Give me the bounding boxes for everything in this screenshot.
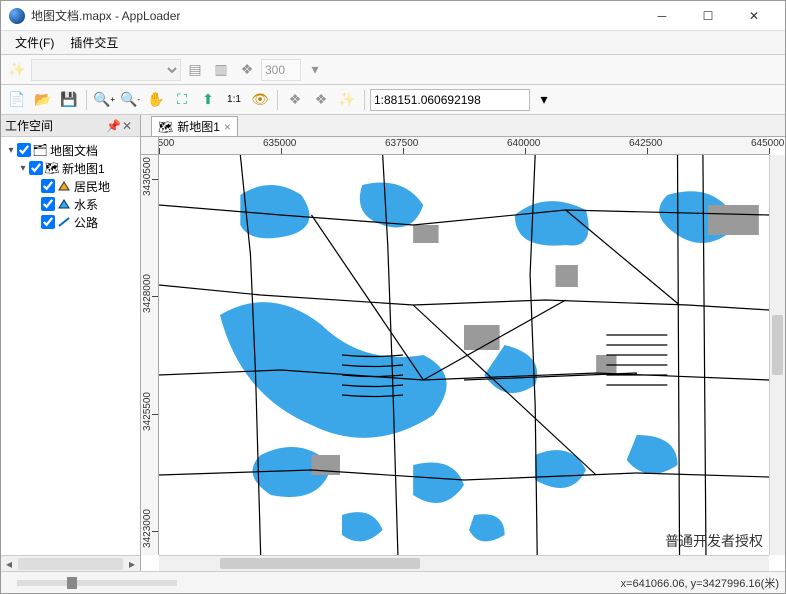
root-checkbox[interactable] xyxy=(17,143,31,157)
stack-icon[interactable]: ❖ xyxy=(235,58,259,82)
collapse-icon[interactable]: ▾ xyxy=(17,163,29,174)
layer1-icon[interactable]: ▤ xyxy=(183,58,207,82)
effect-select[interactable] xyxy=(31,59,181,81)
pan-icon[interactable]: ✋ xyxy=(144,88,168,112)
workspace-panel: 工作空间 📌 ✕ ▾ 🗂 地图文档 ▾ 🗺 新地图1 xyxy=(1,115,141,571)
tree-layer[interactable]: 公路 xyxy=(3,213,138,231)
layer-label: 居民地 xyxy=(74,178,110,195)
toolbar-effects: ✨ ▤ ▥ ❖ ▾ xyxy=(1,55,785,85)
map-tab-label: 新地图1 xyxy=(177,118,220,135)
close-button[interactable]: ✕ xyxy=(731,1,777,31)
tree-layer[interactable]: 居民地 xyxy=(3,177,138,195)
layer-checkbox[interactable] xyxy=(41,215,55,229)
ratio-button[interactable]: 1:1 xyxy=(222,88,246,112)
main-area: 工作空间 📌 ✕ ▾ 🗂 地图文档 ▾ 🗺 新地图1 xyxy=(1,115,785,571)
layer2-icon[interactable]: ▥ xyxy=(209,58,233,82)
new-icon[interactable]: 📄 xyxy=(5,88,29,112)
ruler-tick-label: 3423000 xyxy=(142,509,153,548)
tree-map[interactable]: ▾ 🗺 新地图1 xyxy=(3,159,138,177)
ruler-tick-label: 3428000 xyxy=(142,274,153,313)
pin-icon[interactable]: 📌 xyxy=(106,119,120,133)
eye-icon[interactable]: 👁 xyxy=(248,88,272,112)
ruler-tick-label: 640000 xyxy=(507,138,540,149)
map-tab[interactable]: 🗺 新地图1 × xyxy=(151,116,238,136)
layer-checkbox[interactable] xyxy=(41,197,55,211)
ruler-tick-label: 3425500 xyxy=(142,392,153,431)
app-icon xyxy=(9,8,25,24)
root-label: 地图文档 xyxy=(50,142,98,159)
map-vscroll[interactable] xyxy=(769,155,785,555)
home-icon[interactable]: ⬆ xyxy=(196,88,220,112)
zoom-out-icon[interactable]: 🔍- xyxy=(118,88,142,112)
ruler-top: 632500635000637500640000642500645000 xyxy=(159,137,769,155)
layer-label: 公路 xyxy=(74,214,98,231)
tree-root[interactable]: ▾ 🗂 地图文档 xyxy=(3,141,138,159)
map-checkbox[interactable] xyxy=(29,161,43,175)
ruler-tick-label: 645000 xyxy=(751,138,784,149)
polygon-layer-icon xyxy=(56,179,72,193)
watermark: 普通开发者授权 xyxy=(665,531,763,551)
map-tab-icon: 🗺 xyxy=(158,120,173,134)
status-coords: x=641066.06, y=3427996.16(米) xyxy=(621,575,779,591)
zoom-in-icon[interactable]: 🔍+ xyxy=(92,88,116,112)
map-area: 🗺 新地图1 × 6325006350006375006400006425006… xyxy=(141,115,785,571)
scale-input[interactable] xyxy=(370,89,530,111)
full-extent-icon[interactable]: ⛶ xyxy=(170,88,194,112)
tree-layer[interactable]: 水系 xyxy=(3,195,138,213)
magic-wand-icon[interactable]: ✨ xyxy=(5,58,29,82)
polygon-layer-icon xyxy=(56,197,72,211)
collapse-icon[interactable]: ▾ xyxy=(5,145,17,156)
scale-dropdown-icon[interactable]: ▾ xyxy=(532,88,556,112)
open-icon[interactable]: 📂 xyxy=(31,88,55,112)
maximize-button[interactable]: ☐ xyxy=(685,1,731,31)
ruler-tick-label: 642500 xyxy=(629,138,662,149)
save-icon[interactable]: 💾 xyxy=(57,88,81,112)
document-icon: 🗂 xyxy=(32,143,48,157)
line-layer-icon xyxy=(56,215,72,229)
ruler-tick-label: 3430500 xyxy=(142,157,153,196)
workspace-hscroll[interactable]: ◂▸ xyxy=(1,555,140,571)
ruler-tick-label: 637500 xyxy=(385,138,418,149)
workspace-title: 工作空间 xyxy=(5,117,104,134)
ruler-corner xyxy=(141,137,159,155)
menu-plugin[interactable]: 插件交互 xyxy=(62,32,126,53)
tab-close-icon[interactable]: × xyxy=(224,120,231,134)
status-slider[interactable] xyxy=(17,580,177,586)
panel-close-icon[interactable]: ✕ xyxy=(122,119,136,133)
transparency-input[interactable] xyxy=(261,59,301,81)
ruler-tick-label: 635000 xyxy=(263,138,296,149)
titlebar: 地图文档.mapx - AppLoader ─ ☐ ✕ xyxy=(1,1,785,31)
window-title: 地图文档.mapx - AppLoader xyxy=(31,7,639,24)
layer-checkbox[interactable] xyxy=(41,179,55,193)
menu-file[interactable]: 文件(F) xyxy=(7,32,62,53)
layers-icon[interactable]: ❖ xyxy=(283,88,307,112)
layers2-icon[interactable]: ❖ xyxy=(309,88,333,112)
sparkle-icon[interactable]: ✨ xyxy=(335,88,359,112)
map-canvas[interactable] xyxy=(159,155,769,555)
menubar: 文件(F) 插件交互 xyxy=(1,31,785,55)
layer-label: 水系 xyxy=(74,196,98,213)
workspace-header: 工作空间 📌 ✕ xyxy=(1,115,140,137)
dropdown-icon[interactable]: ▾ xyxy=(303,58,327,82)
map-canvas-wrap: 632500635000637500640000642500645000 343… xyxy=(141,137,785,571)
map-hscroll[interactable] xyxy=(159,555,769,571)
map-tabbar: 🗺 新地图1 × xyxy=(141,115,785,137)
workspace-tree: ▾ 🗂 地图文档 ▾ 🗺 新地图1 居民地 xyxy=(1,137,140,555)
minimize-button[interactable]: ─ xyxy=(639,1,685,31)
map-label: 新地图1 xyxy=(62,160,105,177)
map-icon: 🗺 xyxy=(44,161,60,175)
ruler-left: 3430500 3428000 3425500 3423000 xyxy=(141,155,159,555)
toolbar-main: 📄 📂 💾 🔍+ 🔍- ✋ ⛶ ⬆ 1:1 👁 ❖ ❖ ✨ ▾ xyxy=(1,85,785,115)
statusbar: x=641066.06, y=3427996.16(米) xyxy=(1,571,785,593)
